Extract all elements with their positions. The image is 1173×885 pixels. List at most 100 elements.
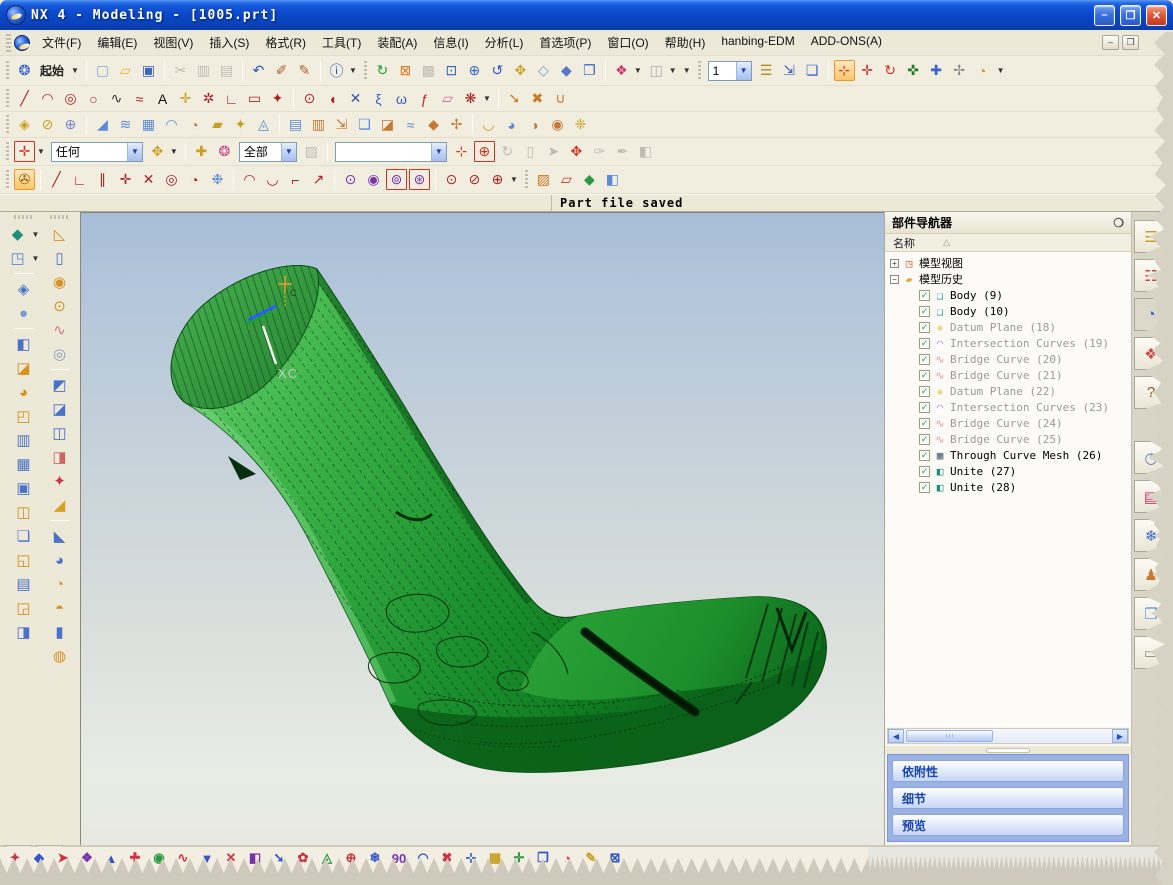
tree-checkbox[interactable]: ✓ [919,305,930,317]
part-display-button[interactable]: ◧ ▼ ▼ [602,169,623,190]
chevron-down-icon[interactable]: ▼ [681,66,693,75]
bounded-plane-button[interactable]: ▰ ▼ ▼ [207,114,228,135]
pad-button[interactable]: ◪ ▼ ▼ [48,398,72,420]
coil-button[interactable]: ω ▼ ▼ [391,88,412,109]
snap-intersection-button[interactable]: ✕ ▼ ▼ [138,169,159,190]
panel-splitter[interactable] [885,745,1131,754]
arc-button[interactable]: ◠ ▼ ▼ [37,88,58,109]
combined-projection-button[interactable]: ✖ ▼ ▼ [527,88,548,109]
nx-start-icon[interactable]: ❂ ▼ ▼ [14,60,35,81]
trim-body-button[interactable]: ◪ ▼ ▼ [12,357,36,379]
tree-checkbox[interactable]: ✓ [919,353,930,365]
tree-item-intersection-curves-23[interactable]: ✓ ◠ Intersection Curves (23) [907,399,1131,415]
derived-curve-button[interactable]: ❋ ▼ ▼ [460,88,493,109]
last-selection-button[interactable]: ◧ ▼ ▼ [635,141,656,162]
docked-toolbar-icon[interactable]: ∿ ▼ ▼ [173,848,193,868]
docked-toolbar-icon[interactable]: ◠ ▼ ▼ [413,848,433,868]
snap-slope-button[interactable]: ↗ ▼ ▼ [308,169,329,190]
helix-button[interactable]: ξ ▼ ▼ [368,88,389,109]
scrollbar-thumb[interactable] [906,730,994,742]
docked-toolbar-icon[interactable]: 90 ▼ ▼ [389,848,409,868]
tree-checkbox[interactable]: ✓ [919,369,930,381]
snap-quadrant-button[interactable]: ◔ ▼ ▼ [184,169,205,190]
layer-visibility-button[interactable]: ❏ ▼ ▼ [802,60,823,81]
tree-checkbox[interactable]: ✓ [919,449,930,461]
toolbar-grip[interactable] [6,141,9,162]
snap-circle-2-button[interactable]: ⊘ ▼ ▼ [464,169,485,190]
splitter-handle[interactable] [986,747,1030,753]
menu-view[interactable]: 视图(V) [145,30,201,55]
sheet-from-curves-button[interactable]: ▱ ▼ ▼ [437,88,458,109]
docked-toolbar-icon[interactable]: ❄ ▼ ▼ [365,848,385,868]
open-button[interactable]: ▱ ▼ ▼ [115,60,136,81]
chevron-down-icon[interactable]: ▼ [168,147,180,156]
menu-hanbing-edm[interactable]: hanbing-EDM [713,30,802,55]
snap-point-on-curve-2-button[interactable]: ◡ ▼ ▼ [262,169,283,190]
toolbar-grip[interactable] [13,215,34,219]
spline-poles-button[interactable]: ≈ ▼ ▼ [129,88,150,109]
docked-toolbar-icon[interactable]: ⊹ ▼ ▼ [461,848,481,868]
unite-button[interactable]: ◆ ▼ ▼ [6,223,42,245]
studio-spline-button[interactable]: ∿ ▼ ▼ [106,88,127,109]
undo-button[interactable]: ↶ ▼ ▼ [248,60,269,81]
snap-center-1-button[interactable]: ⊙ ▼ ▼ [340,169,361,190]
chevron-down-icon[interactable]: ▼ [347,66,359,75]
tree-item-unite-28[interactable]: ✓ ◧ Unite (28) [907,479,1131,495]
datum-axis-button[interactable]: ⊘ ▼ ▼ [37,114,58,135]
ellipse-button[interactable]: ⊙ ▼ ▼ [299,88,320,109]
pattern-feature-button[interactable]: ▦ ▼ ▼ [12,453,36,475]
render-style-button[interactable]: ❖ ▼ ▼ [611,60,644,81]
combo-box[interactable]: 任何 ▼ [50,141,143,162]
chevron-down-icon[interactable]: ▼ [69,66,81,75]
corner-button[interactable]: ∟ ▼ ▼ [221,88,242,109]
layer-settings-button[interactable]: ☰ ▼ ▼ [756,60,777,81]
chevron-down-icon[interactable]: ▼ [280,142,296,161]
color-filter-button[interactable]: ❂ ▼ ▼ [214,141,235,162]
toolbar-overflow-dropdown[interactable]: ▼ ▼ [995,66,1007,75]
wrap-button[interactable]: ◍ ▼ ▼ [48,645,72,667]
docked-toolbar-icon[interactable]: ▲ ▼ ▼ [101,848,121,868]
swept-button[interactable]: ∿ ▼ ▼ [48,319,72,341]
close-button[interactable]: ✕ [1146,4,1167,26]
paste-button[interactable]: ▤ ▼ ▼ [216,60,237,81]
menu-window[interactable]: 窗口(O) [599,30,656,55]
menu-file[interactable]: 文件(F) [34,30,89,55]
intersection-curve-button[interactable]: ✕ ▼ ▼ [345,88,366,109]
tree-checkbox[interactable]: ✓ [919,321,930,333]
extension-surface-button[interactable]: ⇲ ▼ ▼ [331,114,352,135]
work-layer-combo[interactable]: 1 1▼ ▼ [706,60,754,81]
tree-expander[interactable]: + [890,258,899,268]
detail-filter-button[interactable]: ▨ ▼ ▼ [301,141,322,162]
docked-toolbar-icon[interactable]: ▼ ▼ ▼ [197,848,217,868]
chevron-down-icon[interactable]: ▼ [430,142,446,161]
docked-toolbar-icon[interactable]: ▦ ▼ ▼ [485,848,505,868]
tube-button[interactable]: ◎ ▼ ▼ [48,343,72,365]
panel-button[interactable]: ▯ ▼ ▼ [520,141,541,162]
toolbar-grip[interactable] [6,114,9,135]
tree-item-bridge-curve-20[interactable]: ✓ ∿ Bridge Curve (20) [907,351,1131,367]
enable-snap-point-button[interactable]: ✇ ▼ ▼ [14,169,35,190]
minimize-button[interactable]: – [1094,4,1115,26]
tree-item-datum-plane-22[interactable]: ✓ ◈ Datum Plane (22) [907,383,1131,399]
menu-format[interactable]: 格式(R) [257,30,314,55]
docked-toolbar-icon[interactable]: ✎ ▼ ▼ [581,848,601,868]
law-curve-button[interactable]: ƒ ▼ ▼ [414,88,435,109]
docked-toolbar-icon[interactable]: ✕ ▼ ▼ [221,848,241,868]
tree-checkbox[interactable]: ✓ [919,289,930,301]
copy-button[interactable]: ▥ ▼ ▼ [193,60,214,81]
snap-midpoint-button[interactable]: ∥ ▼ ▼ [92,169,113,190]
refresh-button[interactable]: ↻ ▼ ▼ [372,60,393,81]
line-button[interactable]: ╱ ▼ ▼ [14,88,35,109]
fit-view-button[interactable]: ⊠ ▼ ▼ [395,60,416,81]
information-button[interactable]: ⓘ ▼ ▼ [326,60,359,81]
pan-button[interactable]: ✥ ▼ ▼ [510,60,531,81]
navigator-column-header[interactable]: 名称 △ [885,234,1131,252]
tank-button[interactable]: ▮ ▼ ▼ [48,621,72,643]
tree-item-body-9[interactable]: ✓ ❑ Body (9) [907,287,1131,303]
tree-item-body-10[interactable]: ✓ ❑ Body (10) [907,303,1131,319]
chevron-down-icon[interactable]: ▼ [30,230,42,239]
swept-surface-button[interactable]: ◠ ▼ ▼ [161,114,182,135]
sew-button[interactable]: ≈ ▼ ▼ [400,114,421,135]
ruled-surface-button[interactable]: ◢ ▼ ▼ [92,114,113,135]
tree-item-bridge-curve-21[interactable]: ✓ ∿ Bridge Curve (21) [907,367,1131,383]
